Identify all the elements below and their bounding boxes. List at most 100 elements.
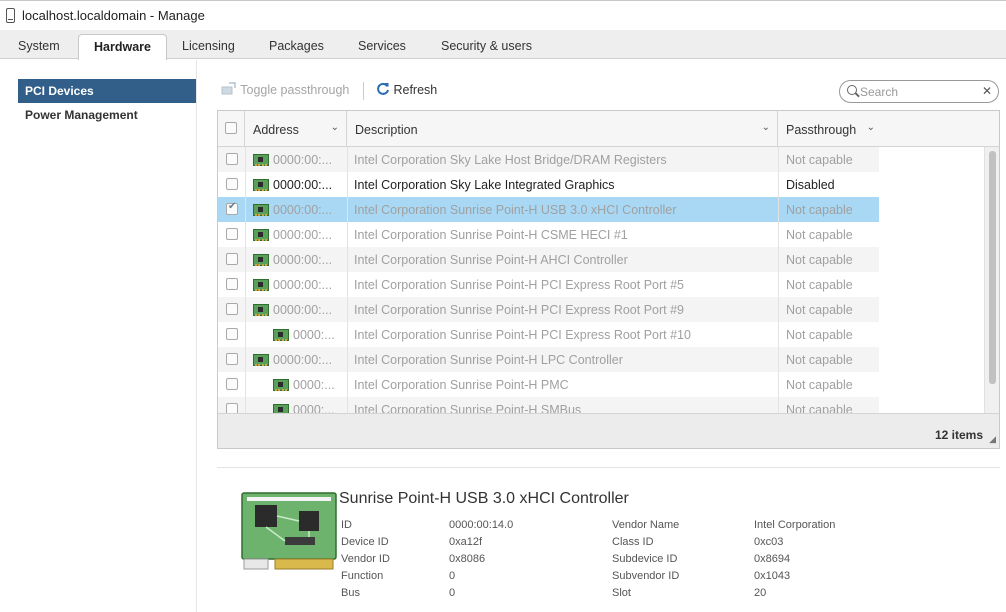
detail-value-class-id: 0xc03 [754, 536, 784, 548]
cell-passthrough: Not capable [786, 203, 853, 217]
detail-value-id: 0000:00:14.0 [449, 519, 514, 531]
select-all-cell [218, 111, 245, 146]
detail-value-subvendor-id: 0x1043 [754, 570, 791, 582]
table-row[interactable]: 0000:00:... Intel Corporation Sky Lake In… [218, 172, 879, 197]
search-input[interactable] [860, 84, 978, 99]
table-row[interactable]: 0000:... Intel Corporation Sunrise Point-… [218, 372, 879, 397]
row-checkbox[interactable] [226, 303, 238, 315]
sidebar: PCI Devices Power Management [0, 60, 197, 612]
table-row[interactable]: 0000:00:... Intel Corporation Sunrise Poi… [218, 197, 879, 222]
cell-address: 0000:... [293, 378, 335, 392]
tab-security-users[interactable]: Security & users [441, 39, 532, 53]
table-row[interactable]: 0000:00:... Intel Corporation Sunrise Poi… [218, 222, 879, 247]
toggle-passthrough-icon [221, 82, 236, 95]
column-separator [778, 297, 779, 322]
column-separator [347, 322, 348, 347]
pci-device-icon [253, 304, 269, 316]
cell-address: 0000:00:... [273, 353, 333, 367]
chevron-down-icon[interactable]: ⌄ [331, 122, 339, 133]
cell-passthrough: Not capable [786, 228, 853, 242]
cell-description: Intel Corporation Sky Lake Host Bridge/D… [354, 153, 667, 167]
pci-device-icon [253, 154, 269, 166]
table-row[interactable]: 0000:... Intel Corporation Sunrise Point-… [218, 322, 879, 347]
tab-licensing[interactable]: Licensing [182, 39, 235, 53]
tab-system[interactable]: System [18, 39, 60, 53]
column-separator [245, 147, 246, 172]
row-checkbox[interactable] [226, 253, 238, 265]
column-separator [347, 222, 348, 247]
row-checkbox[interactable] [226, 353, 238, 365]
pci-device-icon [273, 379, 289, 391]
window-titlebar: localhost.localdomain - Manage [0, 0, 1006, 30]
chevron-down-icon[interactable]: ⌄ [762, 122, 770, 133]
column-separator [778, 347, 779, 372]
cell-passthrough: Not capable [786, 403, 853, 413]
refresh-button[interactable]: Refresh [376, 82, 437, 97]
detail-value-function: 0 [449, 570, 456, 582]
cell-description: Intel Corporation Sunrise Point-H AHCI C… [354, 253, 628, 267]
table-row[interactable]: 0000:... Intel Corporation Sunrise Point-… [218, 397, 879, 413]
table-row[interactable]: 0000:00:... Intel Corporation Sunrise Poi… [218, 247, 879, 272]
device-detail-title: Sunrise Point-H USB 3.0 xHCI Controller [339, 490, 629, 507]
detail-label-device-id: Device ID [341, 536, 389, 548]
column-separator [245, 172, 246, 197]
tab-hardware[interactable]: Hardware [78, 34, 167, 60]
table-row[interactable]: 0000:00:... Intel Corporation Sunrise Poi… [218, 347, 879, 372]
row-checkbox[interactable] [226, 278, 238, 290]
detail-value-slot: 20 [754, 587, 767, 599]
clear-search-icon[interactable]: ✕ [982, 84, 992, 98]
row-checkbox[interactable] [226, 153, 238, 165]
cell-description: Intel Corporation Sunrise Point-H PMC [354, 378, 569, 392]
column-separator [778, 272, 779, 297]
column-separator [245, 397, 246, 413]
toggle-passthrough-button[interactable]: Toggle passthrough [221, 82, 349, 97]
cell-address: 0000:00:... [273, 178, 333, 192]
row-checkbox[interactable] [226, 403, 238, 413]
column-separator [347, 172, 348, 197]
column-header-passthrough[interactable]: Passthrough ⌄ [778, 111, 882, 146]
toolbar-separator [363, 82, 364, 100]
column-separator [245, 322, 246, 347]
detail-value-subdevice-id: 0x8694 [754, 553, 791, 565]
column-header-description[interactable]: Description ⌄ [347, 111, 778, 146]
column-header-address[interactable]: Address ⌄ [245, 111, 347, 146]
row-checkbox[interactable] [226, 228, 238, 240]
window-title: localhost.localdomain - Manage [22, 8, 205, 23]
tab-services[interactable]: Services [358, 39, 406, 53]
cell-description: Intel Corporation Sunrise Point-H CSME H… [354, 228, 628, 242]
column-separator [778, 172, 779, 197]
select-all-checkbox[interactable] [225, 122, 237, 134]
column-separator [245, 222, 246, 247]
detail-label-function: Function [341, 570, 384, 582]
resize-grip-icon[interactable]: ◢ [989, 434, 996, 445]
table-row[interactable]: 0000:00:... Intel Corporation Sunrise Poi… [218, 297, 879, 322]
sidebar-item-pci-devices[interactable]: PCI Devices [18, 79, 196, 103]
cell-description: Intel Corporation Sunrise Point-H SMBus [354, 403, 582, 413]
column-separator [347, 372, 348, 397]
column-separator [245, 347, 246, 372]
row-checkbox[interactable] [226, 378, 238, 390]
scrollbar-thumb[interactable] [989, 151, 996, 384]
detail-label-vendor-name: Vendor Name [612, 519, 680, 531]
row-checkbox[interactable] [226, 178, 238, 190]
chevron-down-icon[interactable]: ⌄ [867, 122, 875, 133]
column-header-address-label: Address [253, 123, 299, 137]
cell-description: Intel Corporation Sunrise Point-H PCI Ex… [354, 303, 685, 317]
row-checkbox[interactable] [226, 328, 238, 340]
sidebar-item-power-management[interactable]: Power Management [18, 103, 196, 127]
column-separator [778, 222, 779, 247]
vertical-scrollbar[interactable] [984, 147, 999, 413]
cell-passthrough: Not capable [786, 303, 853, 317]
table-row[interactable]: 0000:00:... Intel Corporation Sky Lake Ho… [218, 147, 879, 172]
detail-value-vendor-name: Intel Corporation [754, 519, 836, 531]
table-row[interactable]: 0000:00:... Intel Corporation Sunrise Poi… [218, 272, 879, 297]
column-separator [347, 147, 348, 172]
detail-value-bus: 0 [449, 587, 456, 599]
column-separator [778, 372, 779, 397]
row-checkbox[interactable] [226, 201, 238, 215]
pci-device-icon [253, 229, 269, 241]
table-footer: 12 items ◢ [218, 413, 999, 448]
tab-packages[interactable]: Packages [269, 39, 324, 53]
tab-bar: System Hardware Licensing Packages Servi… [0, 30, 1006, 60]
pci-device-icon [253, 179, 269, 191]
